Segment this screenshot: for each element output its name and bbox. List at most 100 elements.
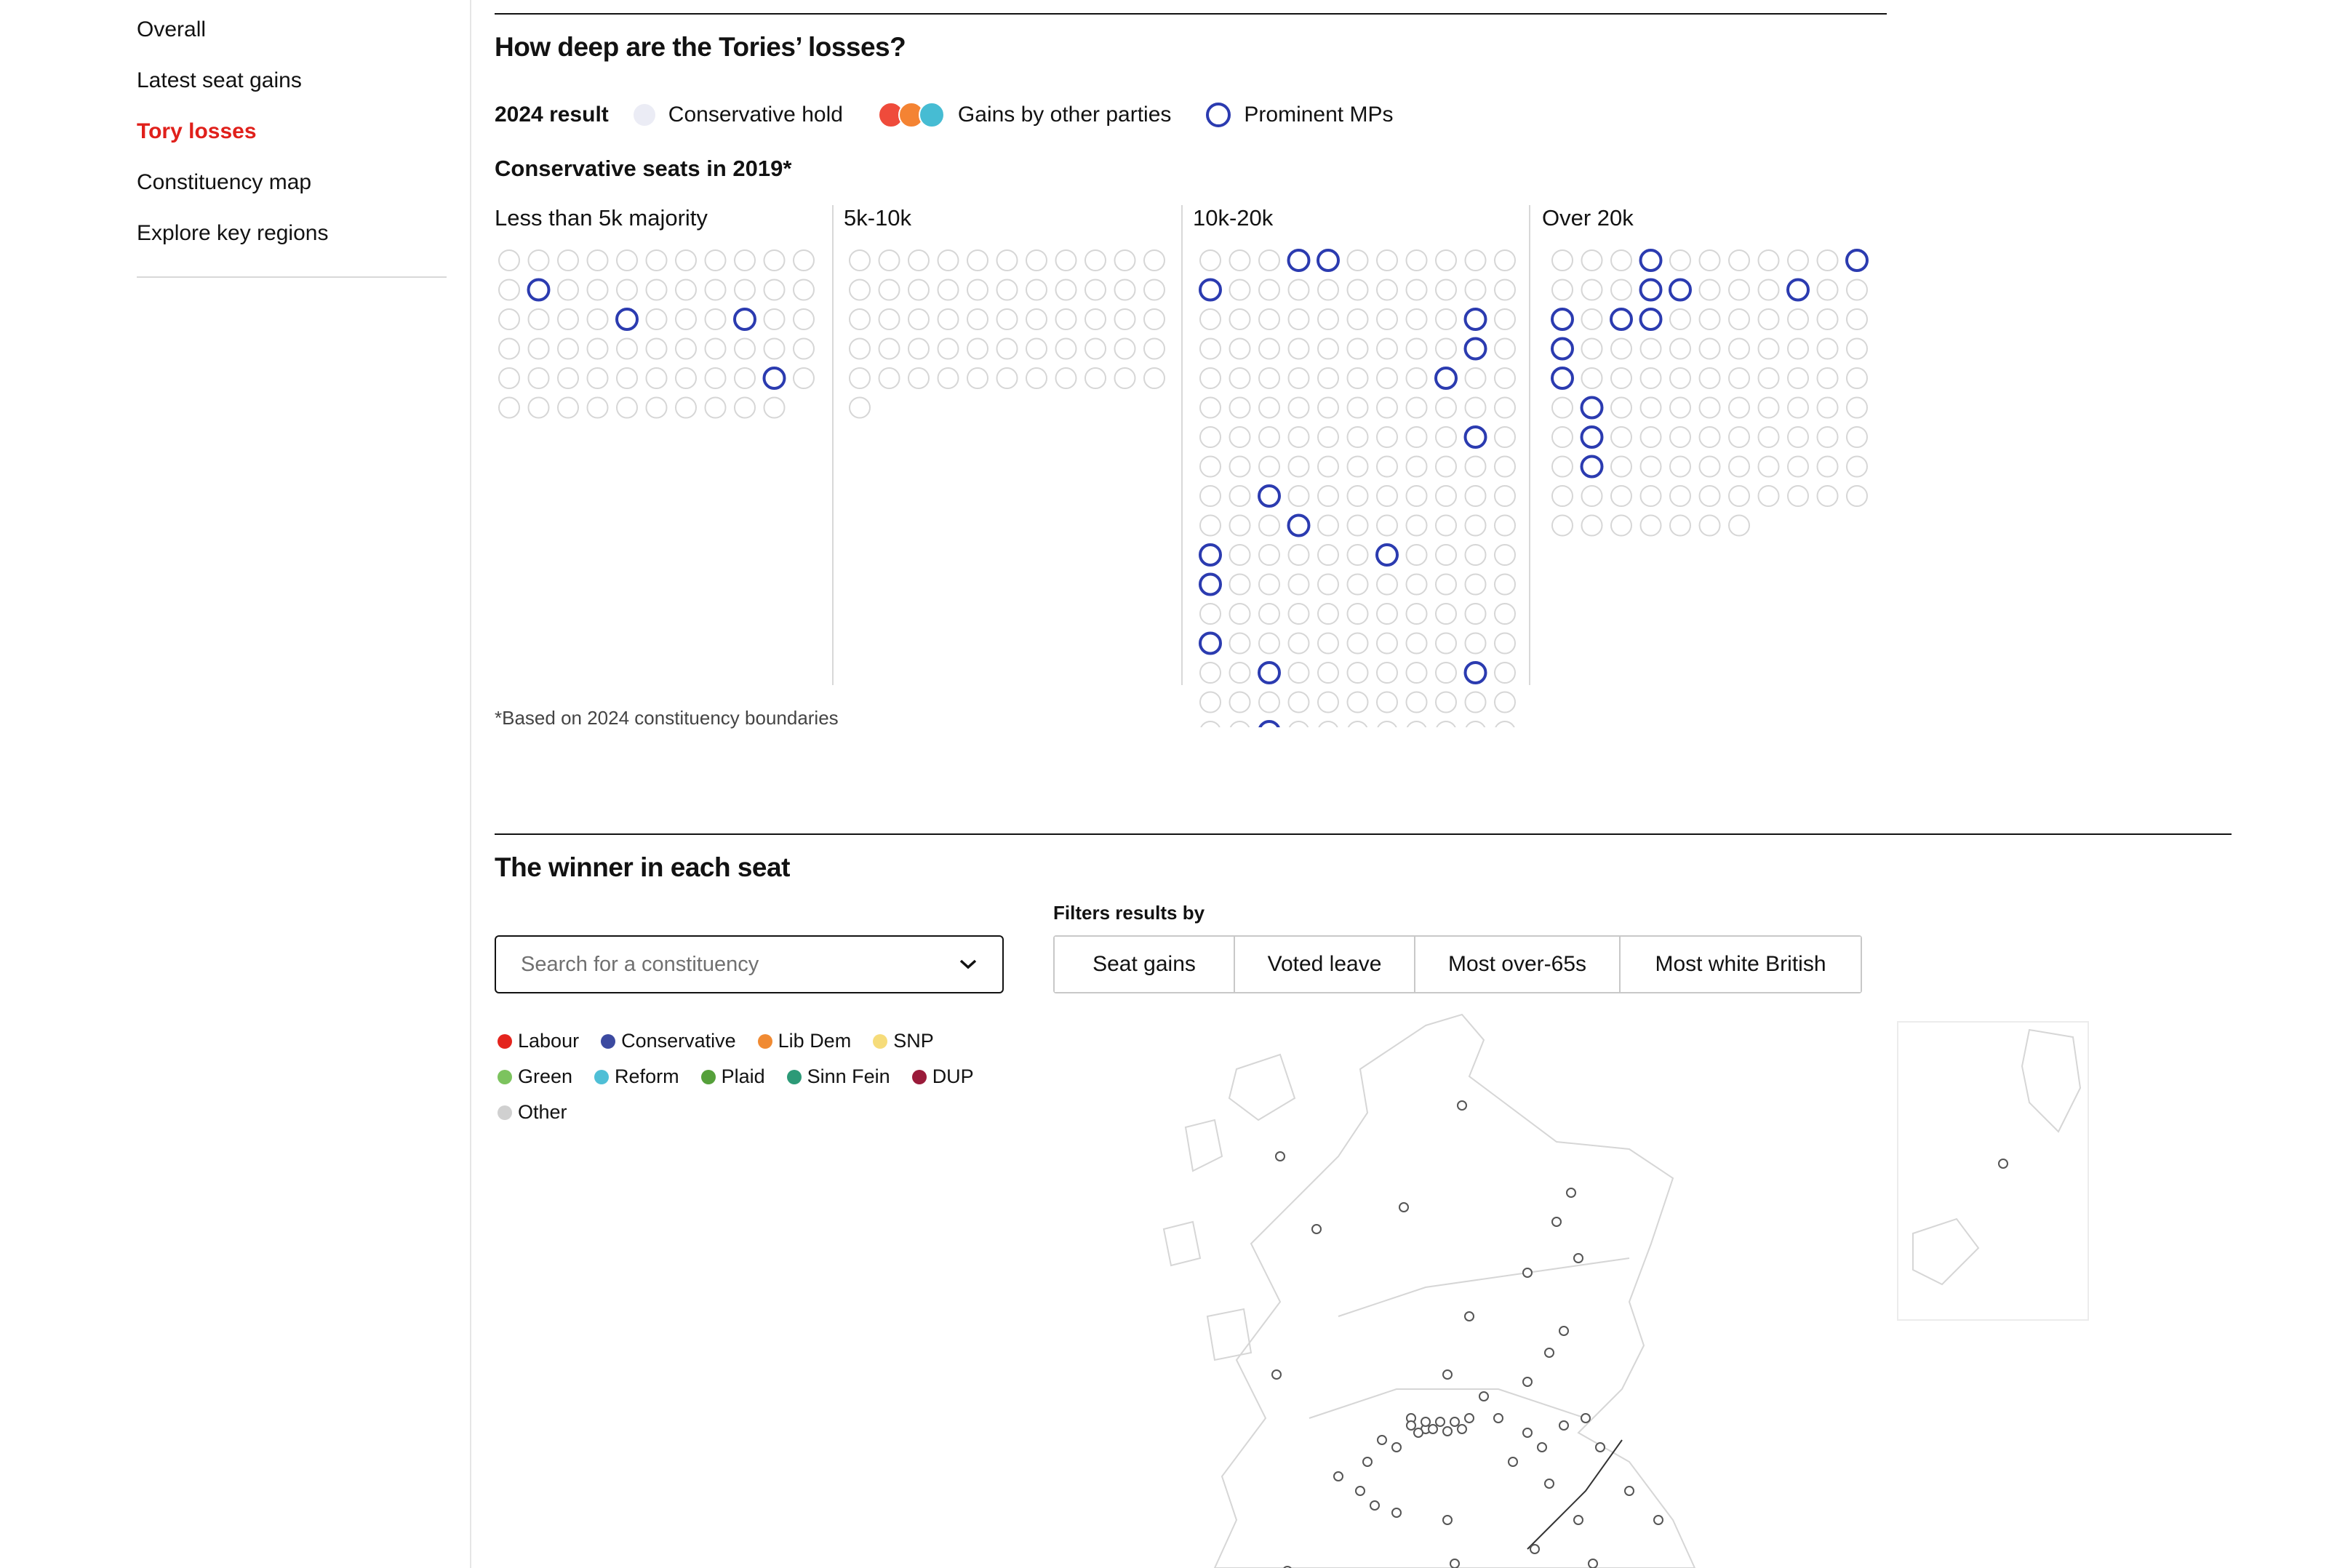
prominent-mp-seat[interactable] — [1580, 425, 1604, 449]
seat-circle[interactable] — [1229, 426, 1251, 448]
seat-circle[interactable] — [1787, 249, 1809, 271]
seat-circle[interactable] — [1464, 396, 1487, 419]
seat-circle[interactable] — [1376, 455, 1398, 478]
constituency-dot[interactable] — [1559, 1326, 1569, 1336]
seat-circle[interactable] — [1346, 514, 1369, 537]
seat-circle[interactable] — [1229, 455, 1251, 478]
seat-circle[interactable] — [1846, 367, 1868, 389]
seat-circle[interactable] — [1757, 279, 1780, 301]
constituency-dot[interactable] — [1595, 1442, 1605, 1452]
seat-circle[interactable] — [1495, 721, 1515, 727]
seat-circle[interactable] — [1405, 426, 1428, 448]
seat-circle[interactable] — [734, 337, 756, 360]
constituency-dot[interactable] — [1581, 1413, 1591, 1423]
seat-circle[interactable] — [908, 249, 930, 271]
constituency-dot[interactable] — [1362, 1457, 1373, 1467]
prominent-mp-seat[interactable] — [762, 367, 786, 390]
seat-circle[interactable] — [1728, 249, 1750, 271]
seat-circle[interactable] — [1114, 308, 1136, 330]
prominent-mp-seat[interactable] — [1287, 513, 1311, 537]
seat-circle[interactable] — [1258, 632, 1280, 655]
seat-circle[interactable] — [1376, 662, 1398, 684]
seat-circle[interactable] — [1199, 514, 1221, 537]
constituency-dot[interactable] — [1530, 1544, 1540, 1554]
filter-most-over-65s[interactable]: Most over-65s — [1415, 937, 1621, 992]
seat-circle[interactable] — [1464, 691, 1487, 713]
seat-circle[interactable] — [1639, 396, 1662, 419]
seat-circle[interactable] — [1494, 396, 1516, 419]
seat-circle[interactable] — [1317, 544, 1339, 566]
seat-circle[interactable] — [1229, 308, 1251, 330]
seat-circle[interactable] — [586, 367, 609, 389]
seat-circle[interactable] — [1846, 455, 1868, 478]
prominent-mp-seat[interactable] — [1375, 543, 1399, 567]
seat-circle[interactable] — [1229, 603, 1251, 625]
seat-circle[interactable] — [1494, 308, 1516, 330]
seat-circle[interactable] — [1114, 367, 1136, 389]
seat-circle[interactable] — [1816, 367, 1839, 389]
seat-circle[interactable] — [1287, 632, 1310, 655]
seat-circle[interactable] — [1669, 367, 1691, 389]
seat-circle[interactable] — [1698, 396, 1721, 419]
seat-circle[interactable] — [1346, 367, 1369, 389]
seat-circle[interactable] — [1669, 396, 1691, 419]
seat-circle[interactable] — [1639, 514, 1662, 537]
seat-circle[interactable] — [1435, 573, 1457, 596]
seat-circle[interactable] — [1406, 721, 1427, 727]
seat-circle[interactable] — [1494, 367, 1516, 389]
seat-circle[interactable] — [1581, 249, 1603, 271]
seat-circle[interactable] — [1435, 337, 1457, 360]
seat-circle[interactable] — [1816, 249, 1839, 271]
seat-circle[interactable] — [1376, 485, 1398, 507]
seat-circle[interactable] — [616, 367, 638, 389]
seat-circle[interactable] — [1610, 337, 1632, 360]
seat-circle[interactable] — [1494, 426, 1516, 448]
constituency-dot[interactable] — [1457, 1100, 1467, 1111]
seat-circle[interactable] — [1026, 308, 1047, 330]
constituency-dot[interactable] — [1551, 1217, 1562, 1227]
seat-circle[interactable] — [1405, 573, 1428, 596]
seat-circle[interactable] — [967, 279, 988, 301]
seat-circle[interactable] — [1464, 485, 1487, 507]
seat-circle[interactable] — [498, 308, 520, 330]
seat-circle[interactable] — [645, 308, 668, 330]
seat-circle[interactable] — [793, 308, 815, 330]
seat-circle[interactable] — [878, 337, 900, 360]
seat-circle[interactable] — [1258, 337, 1280, 360]
seat-circle[interactable] — [763, 396, 786, 419]
seat-circle[interactable] — [996, 249, 1018, 271]
seat-circle[interactable] — [1376, 426, 1398, 448]
seat-circle[interactable] — [1258, 249, 1280, 271]
seat-circle[interactable] — [1376, 367, 1398, 389]
seat-circle[interactable] — [1494, 337, 1516, 360]
seat-circle[interactable] — [1199, 603, 1221, 625]
constituency-map[interactable] — [1120, 1011, 1760, 1568]
seat-circle[interactable] — [675, 337, 697, 360]
seat-circle[interactable] — [1435, 632, 1457, 655]
constituency-dot[interactable] — [1377, 1435, 1387, 1445]
constituency-dot[interactable] — [1333, 1471, 1343, 1481]
seat-circle[interactable] — [1405, 514, 1428, 537]
constituency-dot[interactable] — [1544, 1479, 1554, 1489]
prominent-mp-seat[interactable] — [1845, 249, 1869, 272]
seat-circle[interactable] — [1757, 426, 1780, 448]
seat-circle[interactable] — [1464, 603, 1487, 625]
constituency-dot[interactable] — [1355, 1486, 1365, 1496]
seat-circle[interactable] — [1435, 691, 1457, 713]
seat-circle[interactable] — [527, 367, 550, 389]
seat-circle[interactable] — [1346, 396, 1369, 419]
seat-circle[interactable] — [1317, 367, 1339, 389]
seat-circle[interactable] — [1199, 337, 1221, 360]
prominent-mp-seat[interactable] — [1669, 278, 1692, 302]
seat-circle[interactable] — [1581, 279, 1603, 301]
seat-circle[interactable] — [1199, 426, 1221, 448]
seat-circle[interactable] — [1405, 337, 1428, 360]
seat-circle[interactable] — [1346, 691, 1369, 713]
seat-circle[interactable] — [1639, 337, 1662, 360]
seat-circle[interactable] — [1287, 662, 1310, 684]
seat-circle[interactable] — [763, 308, 786, 330]
seat-circle[interactable] — [1405, 455, 1428, 478]
seat-circle[interactable] — [1055, 308, 1077, 330]
seat-circle[interactable] — [1728, 308, 1750, 330]
prominent-mp-seat[interactable] — [733, 308, 756, 331]
